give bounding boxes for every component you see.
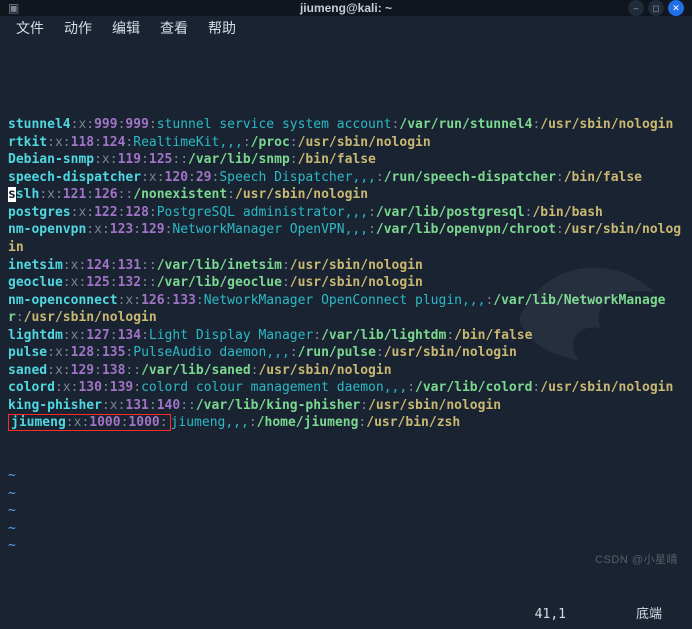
menu-help[interactable]: 帮助	[200, 16, 244, 40]
menu-file[interactable]: 文件	[8, 16, 52, 40]
file-content: stunnel4:x:999:999:stunnel service syste…	[8, 116, 684, 432]
titlebar[interactable]: ▣ jiumeng@kali: ~ – ◻ ✕	[0, 0, 692, 16]
empty-lines: ~~~~~	[8, 467, 684, 555]
close-button[interactable]: ✕	[668, 0, 684, 16]
passwd-line: saned:x:129:138::/var/lib/saned:/usr/sbi…	[8, 362, 684, 380]
passwd-line: rtkit:x:118:124:RealtimeKit,,,:/proc:/us…	[8, 134, 684, 152]
passwd-line: nm-openconnect:x:126:133:NetworkManager …	[8, 292, 684, 327]
terminal-content[interactable]: stunnel4:x:999:999:stunnel service syste…	[0, 40, 692, 629]
passwd-line: stunnel4:x:999:999:stunnel service syste…	[8, 116, 684, 134]
menu-edit[interactable]: 编辑	[104, 16, 148, 40]
highlight-box: jiumeng:x:1000:1000:	[8, 414, 171, 431]
vim-tilde: ~	[8, 502, 684, 520]
terminal-window: ▣ jiumeng@kali: ~ – ◻ ✕ 文件 动作 编辑 查看 帮助 s…	[0, 0, 692, 555]
passwd-line: Debian-snmp:x:119:125::/var/lib/snmp:/bi…	[8, 151, 684, 169]
passwd-line: pulse:x:128:135:PulseAudio daemon,,,:/ru…	[8, 344, 684, 362]
vim-tilde: ~	[8, 520, 684, 538]
passwd-line: lightdm:x:127:134:Light Display Manager:…	[8, 327, 684, 345]
menu-view[interactable]: 查看	[152, 16, 196, 40]
window-title: jiumeng@kali: ~	[108, 1, 584, 15]
passwd-line: speech-dispatcher:x:120:29:Speech Dispat…	[8, 169, 684, 187]
passwd-line: nm-openvpn:x:123:129:NetworkManager Open…	[8, 221, 684, 256]
passwd-line: jiumeng:x:1000:1000:jiumeng,,,:/home/jiu…	[8, 414, 684, 432]
vim-tilde: ~	[8, 467, 684, 485]
menubar: 文件 动作 编辑 查看 帮助	[0, 16, 692, 40]
minimize-button[interactable]: –	[628, 0, 644, 16]
passwd-line: sslh:x:121:126::/nonexistent:/usr/sbin/n…	[8, 186, 684, 204]
menu-action[interactable]: 动作	[56, 16, 100, 40]
csdn-watermark: CSDN @小星晴	[595, 551, 678, 567]
vim-tilde: ~	[8, 537, 684, 555]
app-icon: ▣	[8, 1, 19, 15]
passwd-line: colord:x:130:139:colord colour managemen…	[8, 379, 684, 397]
passwd-line: geoclue:x:125:132::/var/lib/geoclue:/usr…	[8, 274, 684, 292]
vim-status-line: 41,1 底端	[535, 606, 662, 624]
maximize-button[interactable]: ◻	[648, 0, 664, 16]
passwd-line: inetsim:x:124:131::/var/lib/inetsim:/usr…	[8, 257, 684, 275]
vim-tilde: ~	[8, 485, 684, 503]
scroll-position: 底端	[636, 606, 662, 624]
passwd-line: king-phisher:x:131:140::/var/lib/king-ph…	[8, 397, 684, 415]
passwd-line: postgres:x:122:128:PostgreSQL administra…	[8, 204, 684, 222]
cursor-position: 41,1	[535, 606, 566, 624]
